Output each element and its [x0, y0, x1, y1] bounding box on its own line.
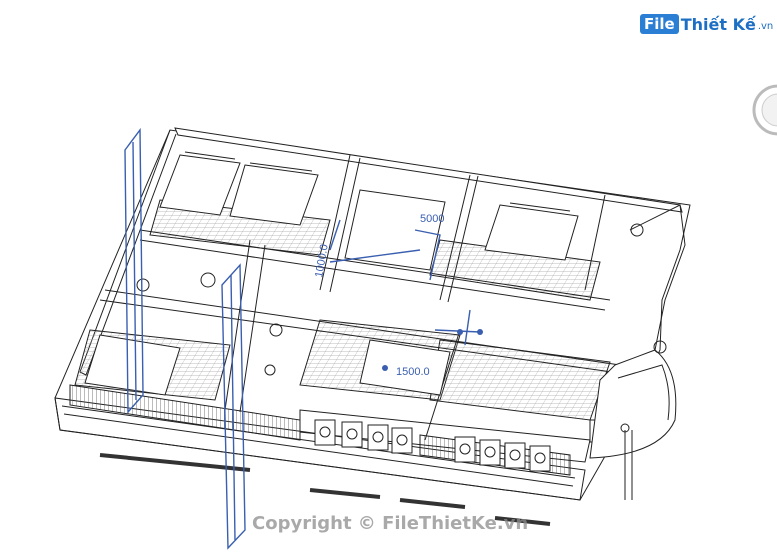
logo-file-badge: File	[640, 14, 679, 34]
house-model: 5000 1000.0 1500.0	[54, 127, 691, 550]
logo-tld: .vn	[757, 21, 774, 32]
viewcube-icon[interactable]	[748, 80, 777, 140]
3d-model-viewport[interactable]: 5000 1000.0 1500.0	[0, 0, 777, 551]
dimension-bottom[interactable]: 1500.0	[396, 366, 430, 378]
logo-name: Thiết Kế	[680, 14, 756, 34]
copyright-watermark: Copyright © FileThietKe.vn	[252, 513, 529, 534]
brand-logo: File Thiết Kế .vn	[640, 14, 773, 34]
dimension-horizontal[interactable]: 5000	[420, 213, 444, 225]
